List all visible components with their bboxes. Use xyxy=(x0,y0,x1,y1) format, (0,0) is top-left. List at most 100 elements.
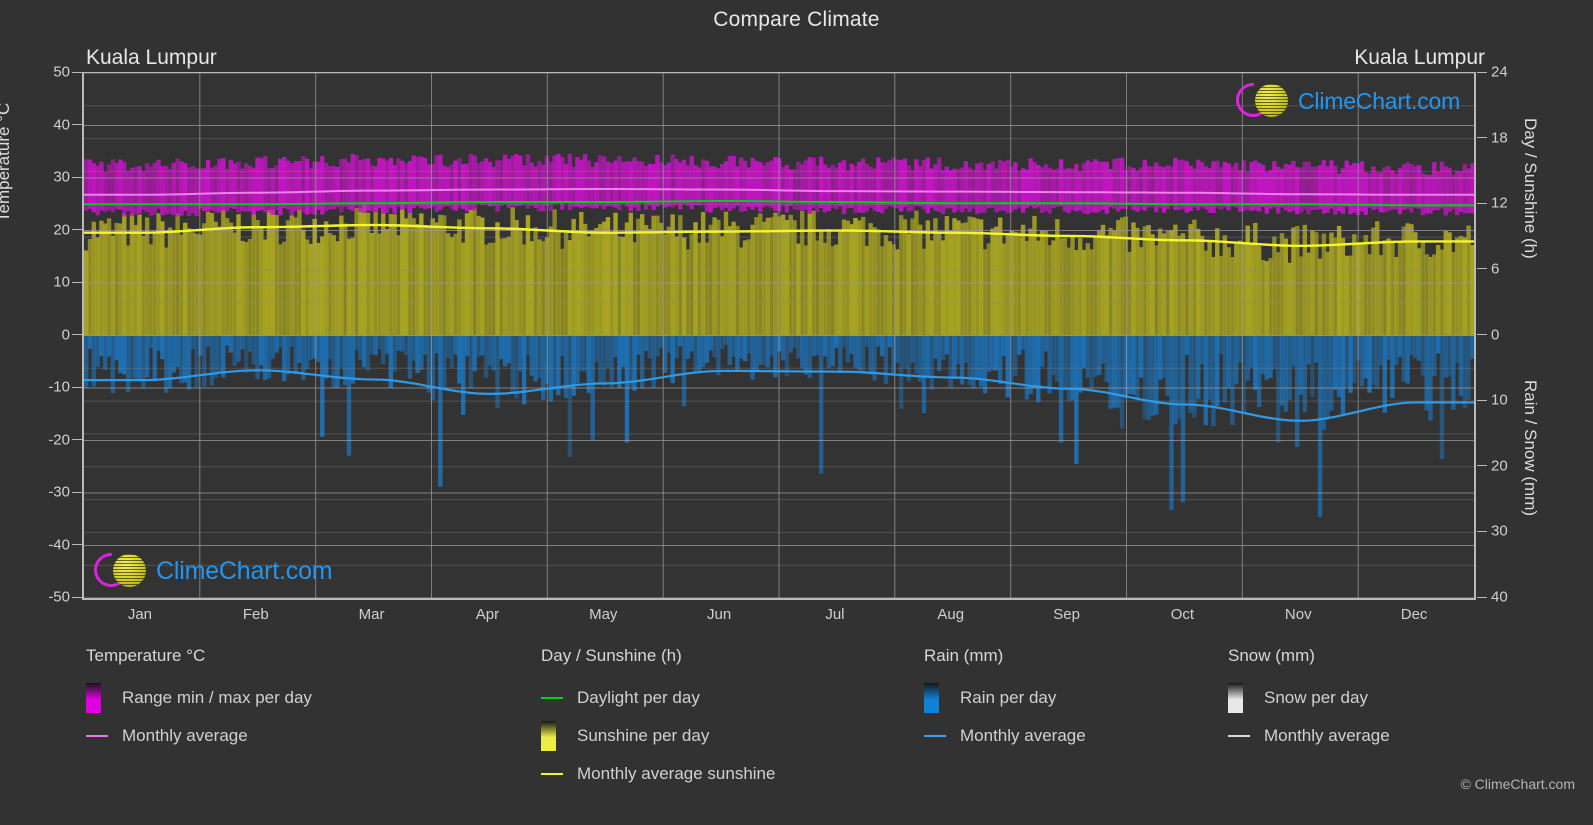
legend-item-label: Monthly average xyxy=(1264,726,1390,745)
y-axis-left-tick: -10 xyxy=(48,378,70,396)
legend-item[interactable]: Daylight per day xyxy=(541,679,775,717)
y-axis-right-top-tick: 24 xyxy=(1491,63,1508,81)
y-axis-left-tick: 30 xyxy=(53,168,70,186)
climechart-logo-icon xyxy=(1228,75,1298,125)
y-axis-left-tickmark xyxy=(72,124,82,125)
legend-item-label: Sunshine per day xyxy=(577,726,710,745)
y-axis-left-tickmark xyxy=(72,229,82,230)
y-axis-right-top-tick: 6 xyxy=(1491,260,1500,278)
legend-item-label: Monthly average sunshine xyxy=(577,764,776,783)
y-axis-left-tickmark xyxy=(72,176,82,178)
chart-plot-area[interactable]: ClimeChart.com ClimeChart.com xyxy=(82,72,1476,600)
legend-item[interactable]: Sunshine per day xyxy=(541,717,775,755)
x-axis-tick-dec: Dec xyxy=(1400,606,1428,623)
y-axis-left-title: Temperature °C xyxy=(0,102,13,222)
legend-group-title: Day / Sunshine (h) xyxy=(541,646,682,665)
legend-swatch-icon xyxy=(541,721,571,751)
legend-line-icon xyxy=(541,773,571,775)
y-axis-left-tickmark xyxy=(72,544,82,545)
legend-group-title: Snow (mm) xyxy=(1228,646,1315,665)
y-axis-left-tick: 50 xyxy=(53,63,70,81)
legend-line-icon xyxy=(1228,735,1258,737)
y-axis-left-tick: 20 xyxy=(53,221,70,238)
legend-swatch-icon xyxy=(86,683,116,713)
legend-item-label: Daylight per day xyxy=(577,688,700,707)
y-axis-right-tickmark xyxy=(1477,137,1487,139)
page-title: Compare Climate xyxy=(713,8,880,31)
y-axis-left-tick: -50 xyxy=(48,588,70,606)
legend-item-label: Range min / max per day xyxy=(122,688,312,707)
location-label-right: Kuala Lumpur xyxy=(1354,46,1485,69)
x-axis-tick-oct: Oct xyxy=(1170,606,1195,623)
x-axis-tick-apr: Apr xyxy=(475,606,500,623)
y-axis-right-tickmark xyxy=(1477,268,1487,270)
legend-swatch-icon xyxy=(924,683,954,713)
location-label-left: Kuala Lumpur xyxy=(86,46,217,69)
legend-group-rain-mm: Rain (mm) Rain per day Monthly average xyxy=(924,646,1086,755)
x-axis-tick-aug: Aug xyxy=(937,606,965,623)
y-axis-right-tickmark xyxy=(1477,530,1487,532)
y-axis-left-tickmark xyxy=(72,71,82,73)
x-axis-tick-feb: Feb xyxy=(242,606,269,623)
climate-chart-page: Compare Climate Kuala Lumpur Kuala Lumpu… xyxy=(0,0,1593,825)
y-axis-right-tickmark xyxy=(1477,202,1487,204)
y-axis-right-top-tick: 12 xyxy=(1491,194,1508,212)
legend-group-snow-mm: Snow (mm) Snow per day Monthly average xyxy=(1228,646,1390,755)
y-axis-right-top-tick: 18 xyxy=(1491,129,1508,147)
legend-line-icon xyxy=(541,697,571,699)
y-axis-left-tick: 0 xyxy=(61,326,70,343)
x-axis-tick-sep: Sep xyxy=(1053,606,1080,623)
legend-line-icon xyxy=(924,735,954,737)
climechart-logo-top: ClimeChart.com xyxy=(1228,75,1460,125)
grid-lines xyxy=(84,73,1474,598)
climechart-logo-text: ClimeChart.com xyxy=(156,556,333,585)
legend-group-title: Rain (mm) xyxy=(924,646,1004,665)
y-axis-right-tickmark xyxy=(1477,399,1487,401)
y-axis-left-tick: -30 xyxy=(48,483,70,501)
y-axis-left-tick: -40 xyxy=(48,536,70,553)
y-axis-left-tickmark xyxy=(72,386,82,388)
legend-group-day-sunshine-h: Day / Sunshine (h) Daylight per day Sunshi… xyxy=(541,646,775,793)
y-axis-left-tick: 10 xyxy=(53,273,70,291)
copyright-notice: © ClimeChart.com xyxy=(1460,776,1575,792)
climechart-logo-icon xyxy=(86,545,156,595)
chart-legend: Temperature °C Range min / max per day Mon… xyxy=(0,646,1593,806)
legend-item[interactable]: Snow per day xyxy=(1228,679,1390,717)
legend-item[interactable]: Range min / max per day xyxy=(86,679,312,717)
x-axis-tick-nov: Nov xyxy=(1284,606,1312,623)
y-axis-right-bottom-tick: 20 xyxy=(1491,457,1508,475)
x-axis-tick-mar: Mar xyxy=(358,606,385,623)
y-axis-left-tickmark xyxy=(72,491,82,493)
y-axis-left-tickmark xyxy=(72,596,82,598)
y-axis-right-tickmark xyxy=(1477,71,1487,73)
y-axis-left-tickmark xyxy=(72,334,82,335)
y-axis-right-tickmark xyxy=(1477,334,1487,335)
legend-group-title: Temperature °C xyxy=(86,646,206,665)
chart-canvas xyxy=(84,73,1474,598)
legend-item[interactable]: Monthly average sunshine xyxy=(541,755,775,793)
y-axis-right-bottom-tick: 40 xyxy=(1491,588,1508,606)
legend-swatch-icon xyxy=(1228,683,1258,713)
legend-item[interactable]: Monthly average xyxy=(86,717,312,755)
legend-item-label: Snow per day xyxy=(1264,688,1368,707)
climechart-logo-bottom: ClimeChart.com xyxy=(86,545,333,595)
y-axis-left-tickmark xyxy=(72,281,82,283)
x-axis-tick-may: May xyxy=(589,606,618,623)
legend-item-label: Monthly average xyxy=(122,726,248,745)
y-axis-right-bottom-tick: 30 xyxy=(1491,522,1508,540)
legend-item[interactable]: Rain per day xyxy=(924,679,1086,717)
y-axis-right-top-tick: 0 xyxy=(1491,326,1500,343)
x-axis-tick-jan: Jan xyxy=(127,606,152,623)
y-axis-right-bottom-tick: 10 xyxy=(1491,391,1508,409)
legend-line-icon xyxy=(86,735,116,737)
y-axis-right-tickmark xyxy=(1477,596,1487,598)
y-axis-left-tickmark xyxy=(72,439,82,440)
legend-item-label: Monthly average xyxy=(960,726,1086,745)
y-axis-left-tick: 40 xyxy=(53,116,70,133)
x-axis-tick-jun: Jun xyxy=(706,606,732,623)
legend-item[interactable]: Monthly average xyxy=(924,717,1086,755)
x-axis-tick-jul: Jul xyxy=(825,606,845,623)
legend-item[interactable]: Monthly average xyxy=(1228,717,1390,755)
legend-group-temperature-c: Temperature °C Range min / max per day Mon… xyxy=(86,646,312,755)
legend-item-label: Rain per day xyxy=(960,688,1057,707)
